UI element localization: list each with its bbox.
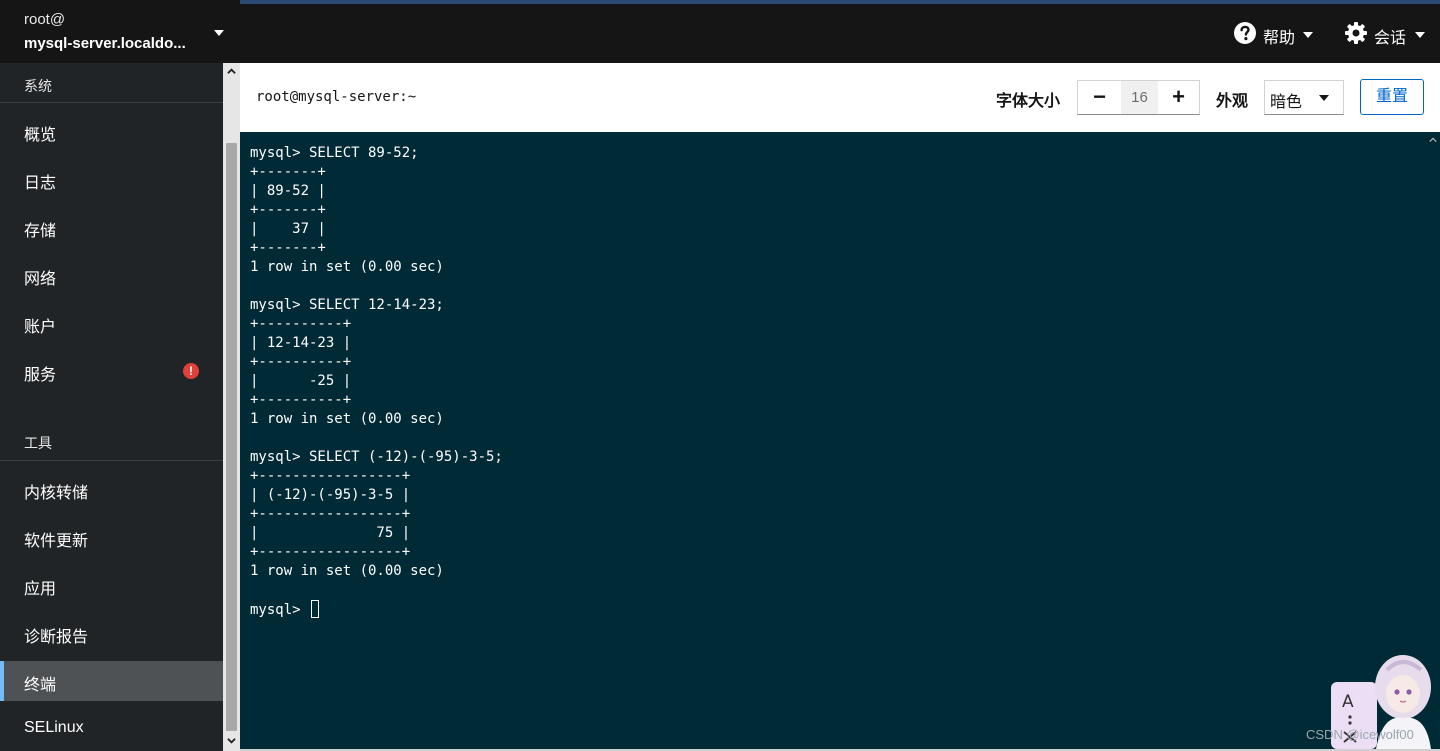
help-label: 帮助 [1263, 30, 1296, 47]
sidebar-item-label: SELinux [24, 719, 84, 736]
terminal-screen[interactable]: mysql> SELECT 89-52; +-------+ | 89-52 | +-… [240, 132, 1426, 749]
sidebar-item-applications[interactable]: 应用 [0, 565, 223, 605]
font-size-stepper: − 16 + [1077, 80, 1200, 115]
terminal-line: | 37 | [250, 221, 326, 237]
sidebar-item-label: 存储 [24, 223, 57, 240]
terminal-line: +----------+ [250, 354, 352, 370]
sidebar-item-networking[interactable]: 网络 [0, 255, 223, 295]
terminal-line: +-------+ [250, 164, 326, 180]
terminal-line: +----------+ [250, 392, 352, 408]
terminal-line: +-----------------+ [250, 506, 411, 522]
host-switcher[interactable]: root@ mysql-server.localdo... [0, 0, 240, 63]
section-title-tools: 工具 [24, 435, 52, 451]
terminal-title: root@mysql-server:~ [256, 89, 417, 105]
terminal-line: | -25 | [250, 373, 352, 389]
terminal-line: 1 row in set (0.00 sec) [250, 411, 444, 427]
appearance-value: 暗色 [1270, 94, 1303, 111]
host-name: mysql-server.localdo... [24, 35, 186, 52]
sidebar-item-label: 概览 [24, 127, 57, 144]
sidebar-item-logs[interactable]: 日志 [0, 159, 223, 199]
sidebar-item-label: 账户 [24, 319, 57, 336]
terminal-line: mysql> SELECT (-12)-(-95)-3-5; [250, 449, 503, 465]
sidebar-item-storage[interactable]: 存储 [0, 207, 223, 247]
sidebar-item-label: 内核转储 [24, 485, 89, 502]
appearance-label: 外观 [1216, 93, 1249, 110]
font-size-input[interactable]: 16 [1121, 81, 1158, 114]
sidebar-item-diagnostic-reports[interactable]: 诊断报告 [0, 613, 223, 653]
terminal-line: +-------+ [250, 202, 326, 218]
exclamation-circle-icon: ! [183, 363, 199, 379]
sidebar-item-label: 诊断报告 [24, 629, 89, 646]
appearance-select[interactable]: 暗色 [1264, 80, 1344, 115]
divider [0, 102, 223, 103]
font-size-decrease-button[interactable]: − [1078, 81, 1121, 114]
help-menu-button[interactable]: 帮助 [1233, 21, 1315, 49]
terminal-line: 1 row in set (0.00 sec) [250, 259, 444, 275]
host-user: root@ [24, 11, 66, 28]
terminal-line: | 89-52 | [250, 183, 326, 199]
sidebar-item-label: 终端 [24, 677, 57, 694]
terminal-line: +----------+ [250, 316, 352, 332]
question-circle-icon [1234, 22, 1256, 44]
terminal-line: | 75 | [250, 525, 411, 541]
caret-down-icon [1415, 32, 1425, 38]
sidebar: root@ mysql-server.localdo... 系统 概览 日志 存… [0, 0, 240, 751]
terminal-line: +-----------------+ [250, 468, 411, 484]
terminal-line: mysql> SELECT 12-14-23; [250, 297, 444, 313]
divider [0, 460, 223, 461]
sidebar-item-services[interactable]: 服务 ! [0, 351, 223, 391]
sidebar-item-label: 网络 [24, 271, 57, 288]
terminal-line: +-----------------+ [250, 544, 411, 560]
sidebar-item-label: 软件更新 [24, 533, 89, 550]
terminal-cursor [311, 600, 320, 618]
terminal-line: 1 row in set (0.00 sec) [250, 563, 444, 579]
session-menu-button[interactable]: 会话 [1344, 21, 1426, 49]
terminal-line: | (-12)-(-95)-3-5 | [250, 487, 411, 503]
sidebar-item-overview[interactable]: 概览 [0, 111, 223, 151]
terminal-prompt-line[interactable]: mysql> [250, 600, 503, 619]
caret-down-icon [1303, 32, 1313, 38]
terminal-prompt: mysql> [250, 602, 310, 618]
terminal-output: mysql> SELECT 89-52; +-------+ | 89-52 | +-… [250, 144, 503, 619]
sidebar-item-label: 应用 [24, 581, 57, 598]
caret-down-icon [1319, 95, 1329, 101]
sidebar-item-kernel-dump[interactable]: 内核转储 [0, 469, 223, 509]
sidebar-item-terminal[interactable]: 终端 [0, 661, 223, 701]
reset-button[interactable]: 重置 [1360, 79, 1424, 115]
masthead: 帮助 会话 [240, 0, 1440, 63]
sidebar-scrollbar[interactable] [223, 63, 240, 751]
gear-icon [1345, 22, 1367, 44]
scrollbar-thumb[interactable] [226, 143, 237, 731]
scroll-up-arrow-icon[interactable] [227, 67, 236, 76]
scroll-down-arrow-icon[interactable] [227, 736, 236, 745]
scroll-up-arrow-icon[interactable] [1429, 136, 1437, 144]
terminal-line: mysql> SELECT 89-52; [250, 145, 419, 161]
sidebar-item-selinux[interactable]: SELinux [0, 709, 223, 749]
sidebar-item-accounts[interactable]: 账户 [0, 303, 223, 343]
font-size-label: 字体大小 [996, 93, 1061, 110]
terminal-toolbar: root@mysql-server:~ 字体大小 − 16 + 外观 暗色 重置 [240, 63, 1440, 132]
caret-down-icon [214, 30, 224, 36]
sidebar-item-software-updates[interactable]: 软件更新 [0, 517, 223, 557]
watermark-text: CSDN @icewolf00 [1306, 727, 1414, 742]
terminal-line: +-------+ [250, 240, 326, 256]
section-title-system: 系统 [24, 78, 52, 94]
font-size-increase-button[interactable]: + [1158, 81, 1199, 114]
sidebar-item-label: 服务 [24, 367, 57, 384]
terminal-line: | 12-14-23 | [250, 335, 352, 351]
svg-text:A: A [1342, 692, 1354, 712]
session-label: 会话 [1374, 30, 1407, 47]
sidebar-item-label: 日志 [24, 175, 57, 192]
